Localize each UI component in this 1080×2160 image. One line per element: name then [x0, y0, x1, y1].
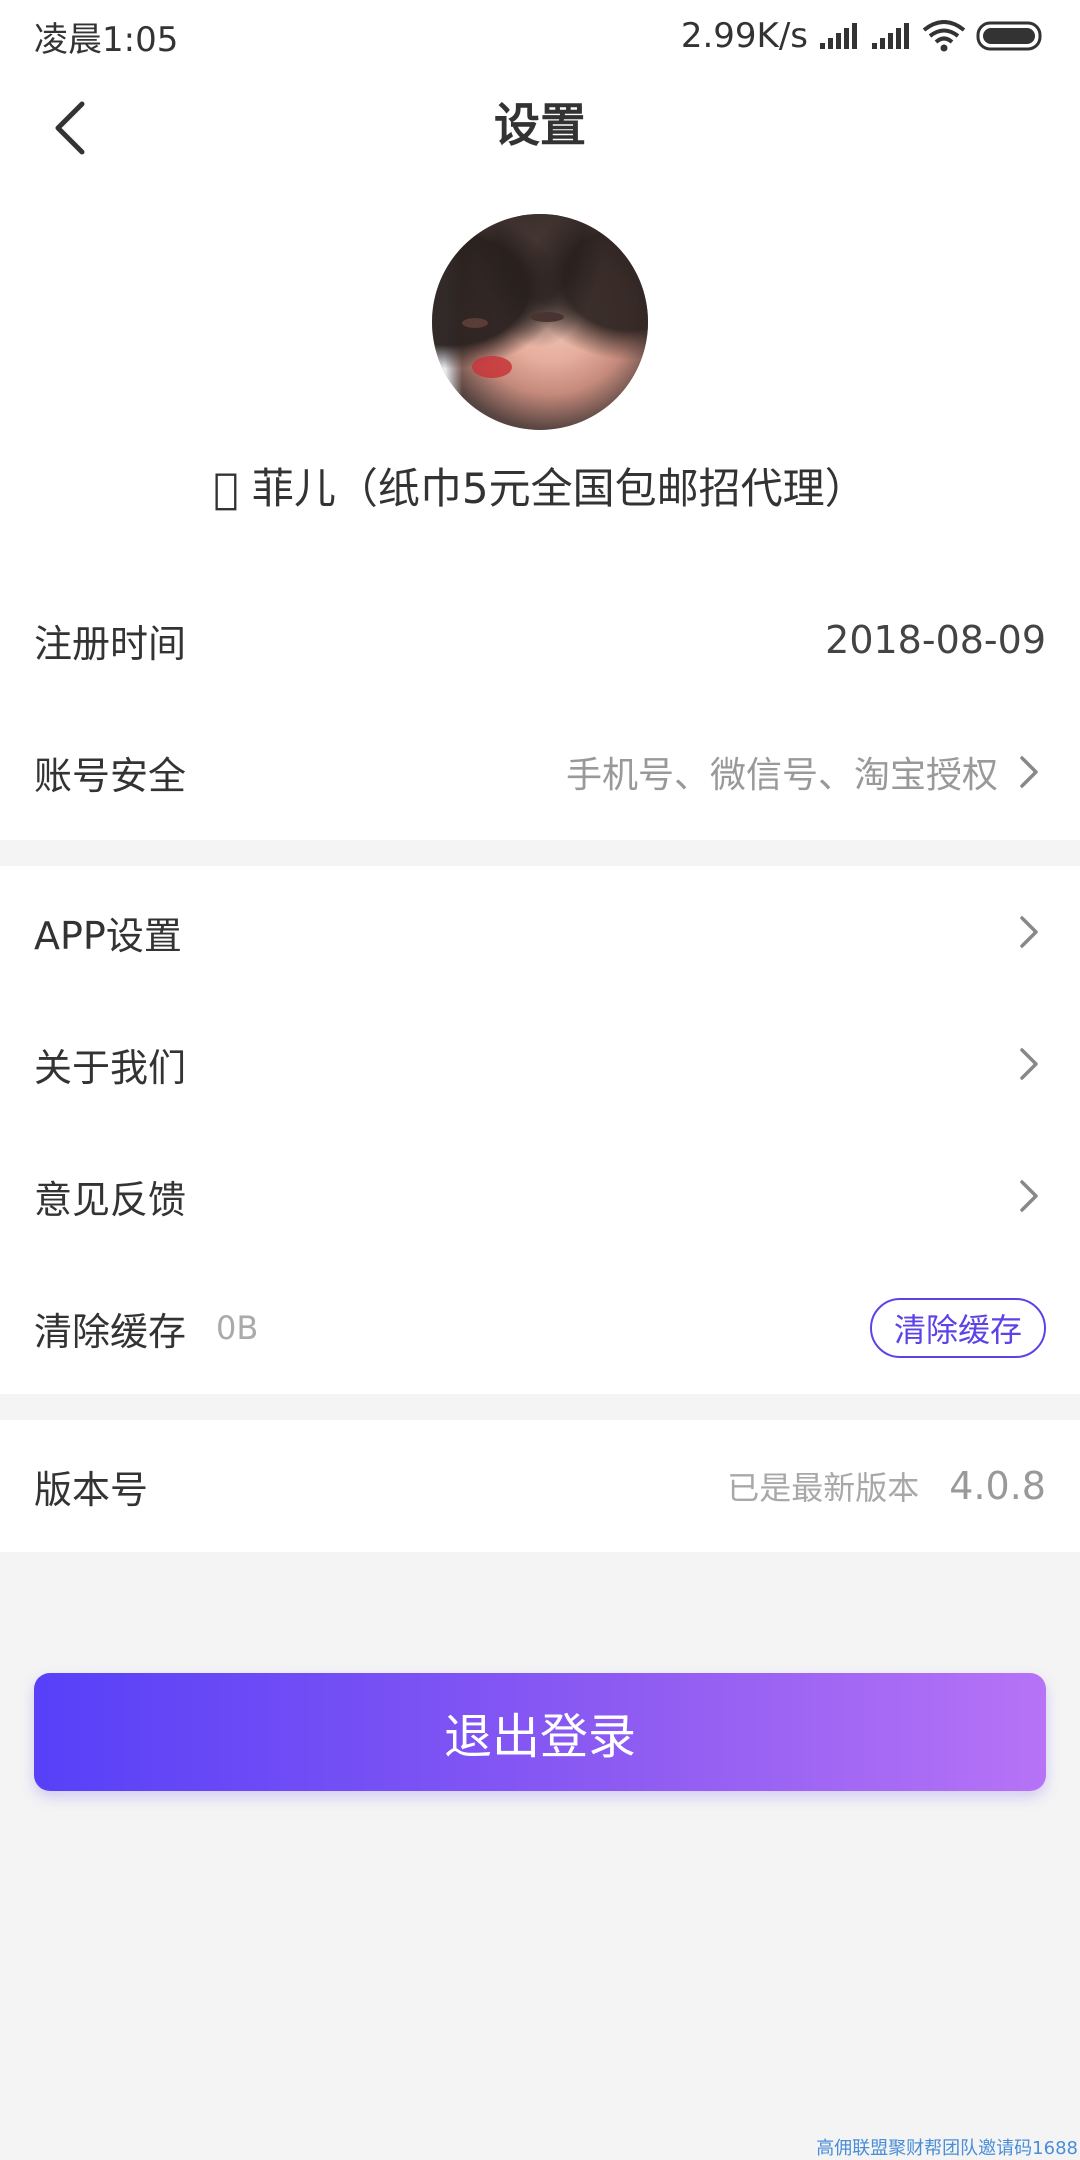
- account-security-label: 账号安全: [34, 753, 187, 798]
- nickname: 􀀀 菲儿（纸巾5元全国包邮招代理）: [213, 464, 867, 513]
- signal-icon: [872, 23, 909, 49]
- back-button[interactable]: [34, 92, 106, 164]
- chevron-right-icon: [1020, 1048, 1038, 1080]
- register-time-row: 注册时间 2018-08-09: [0, 574, 1080, 706]
- nav-bar: 设置: [0, 72, 1080, 172]
- chevron-left-icon: [55, 101, 85, 155]
- register-time-label: 注册时间: [34, 621, 187, 666]
- register-time-value: 2018-08-09: [825, 618, 1046, 662]
- version-row: 版本号 已是最新版本 4.0.8: [0, 1420, 1080, 1552]
- account-security-row[interactable]: 账号安全 手机号、微信号、淘宝授权: [0, 706, 1080, 838]
- cache-size: 0B: [216, 1309, 259, 1347]
- clear-cache-button[interactable]: 清除缓存: [869, 1298, 1046, 1358]
- status-icons: 2.99K/s: [681, 16, 1046, 56]
- feedback-label: 意见反馈: [34, 1177, 187, 1222]
- avatar[interactable]: [432, 214, 648, 430]
- account-security-hint: 手机号、微信号、淘宝授权: [565, 755, 998, 796]
- status-time: 凌晨1:05: [34, 19, 179, 60]
- logout-button[interactable]: 退出登录: [34, 1673, 1046, 1791]
- settings-page: 凌晨1:05 2.99K/s: [0, 0, 1080, 2160]
- about-us-label: 关于我们: [34, 1045, 187, 1090]
- version-number: 4.0.8: [949, 1464, 1046, 1508]
- feedback-row[interactable]: 意见反馈: [0, 1130, 1080, 1262]
- wifi-icon: [922, 20, 966, 52]
- chevron-right-icon: [1020, 916, 1038, 948]
- signal-icon: [820, 23, 857, 49]
- clear-cache-label: 清除缓存: [34, 1309, 187, 1354]
- clear-cache-row: 清除缓存 0B 清除缓存: [0, 1262, 1080, 1394]
- chevron-right-icon: [1020, 1180, 1038, 1212]
- version-status: 已是最新版本: [727, 1469, 920, 1507]
- network-speed: 2.99K/s: [680, 16, 808, 56]
- app-settings-label: APP设置: [34, 913, 182, 958]
- battery-icon: [976, 21, 1042, 51]
- app-settings-row[interactable]: APP设置: [0, 866, 1080, 998]
- page-title: 设置: [494, 98, 586, 152]
- watermark-text: 高佣联盟聚财帮团队邀请码1688: [816, 2138, 1078, 2159]
- version-label: 版本号: [34, 1467, 149, 1512]
- chevron-right-icon: [1020, 756, 1038, 788]
- status-bar: 凌晨1:05 2.99K/s: [0, 0, 1080, 72]
- about-us-row[interactable]: 关于我们: [0, 998, 1080, 1130]
